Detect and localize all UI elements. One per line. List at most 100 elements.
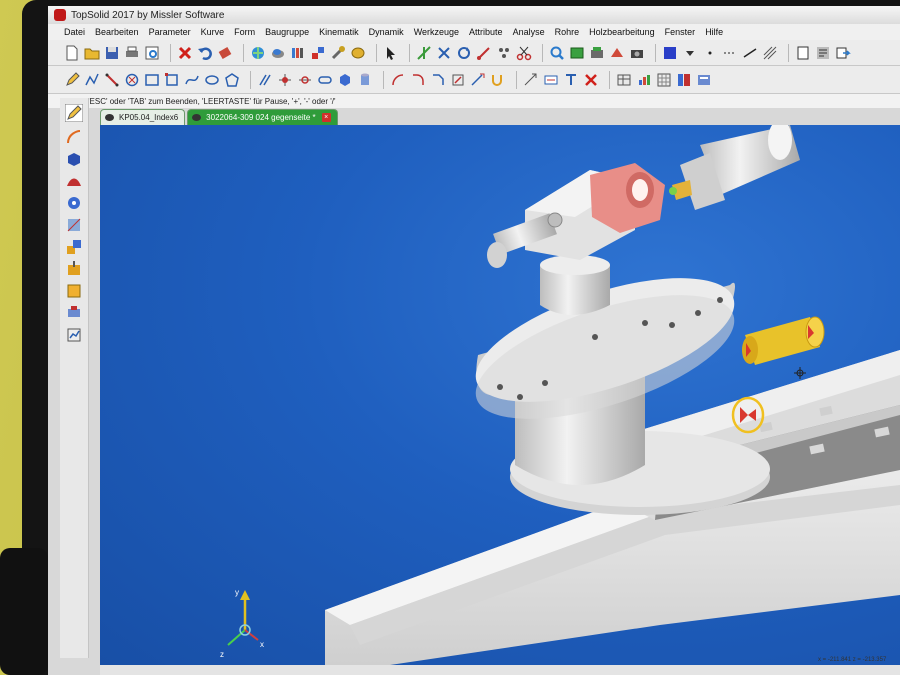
wood-tool-icon[interactable] <box>65 304 83 322</box>
menu-item-bearbeiten[interactable]: Bearbeiten <box>95 27 139 37</box>
array-icon[interactable] <box>496 45 512 61</box>
dropdown-icon[interactable] <box>682 45 698 61</box>
properties-icon[interactable] <box>815 45 831 61</box>
menu-item-attribute[interactable]: Attribute <box>469 27 503 37</box>
spline-icon[interactable] <box>184 72 200 88</box>
camera-icon[interactable] <box>629 45 645 61</box>
menu-item-parameter[interactable]: Parameter <box>149 27 191 37</box>
document-eye-icon <box>105 114 114 121</box>
trim-icon[interactable] <box>450 72 466 88</box>
surface-tool-icon[interactable] <box>65 172 83 190</box>
grid-icon[interactable] <box>656 72 672 88</box>
orient-icon[interactable] <box>416 45 432 61</box>
tool-icon[interactable] <box>330 45 346 61</box>
render-icon[interactable] <box>609 45 625 61</box>
rectangle-icon[interactable] <box>144 72 160 88</box>
measure-icon[interactable] <box>476 45 492 61</box>
analysis-tool-icon[interactable] <box>65 326 83 344</box>
document-icon[interactable] <box>795 45 811 61</box>
kinematic-tool-icon[interactable] <box>65 238 83 256</box>
coordinates-readout: x = -211.841 z = -213.357 <box>818 657 886 663</box>
part-icon[interactable] <box>350 45 366 61</box>
bend-icon[interactable] <box>490 72 506 88</box>
yellow-cylinder[interactable] <box>742 316 825 365</box>
square-corners-icon[interactable] <box>164 72 180 88</box>
line-weight-icon[interactable] <box>742 45 758 61</box>
menu-item-hilfe[interactable]: Hilfe <box>705 27 723 37</box>
solid-box-icon[interactable] <box>337 72 353 88</box>
material-tool-icon[interactable] <box>65 282 83 300</box>
slot-icon[interactable] <box>317 72 333 88</box>
label-icon[interactable] <box>543 72 559 88</box>
menu-item-form[interactable]: Form <box>234 27 255 37</box>
dot-style-icon[interactable] <box>702 45 718 61</box>
machining-tool-icon[interactable] <box>65 260 83 278</box>
menu-item-holzbearbeitung[interactable]: Holzbearbeitung <box>589 27 655 37</box>
3d-viewport[interactable]: y z x <box>100 125 900 665</box>
color-swatch-icon[interactable] <box>662 45 678 61</box>
close-tab-icon[interactable]: × <box>321 113 331 122</box>
close-x-icon[interactable] <box>583 72 599 88</box>
ellipse-icon[interactable] <box>204 72 220 88</box>
scissors-icon[interactable] <box>516 45 532 61</box>
intersect-icon[interactable] <box>277 72 293 88</box>
mirror-icon[interactable] <box>436 45 452 61</box>
menu-item-kinematik[interactable]: Kinematik <box>319 27 359 37</box>
open-folder-icon[interactable] <box>84 45 100 61</box>
new-file-icon[interactable] <box>64 45 80 61</box>
polyline-icon[interactable] <box>84 72 100 88</box>
toolbar-separator <box>788 43 789 62</box>
chamfer-icon[interactable] <box>430 72 446 88</box>
preview-icon[interactable] <box>144 45 160 61</box>
shading-icon[interactable] <box>270 45 286 61</box>
circle-cross-icon[interactable] <box>124 72 140 88</box>
drafting-tool-icon[interactable] <box>65 216 83 234</box>
library-icon[interactable] <box>696 72 712 88</box>
tab-document-1[interactable]: KP05.04_Index6 <box>100 109 186 125</box>
menu-item-dynamik[interactable]: Dynamik <box>369 27 404 37</box>
fillet-icon[interactable] <box>410 72 426 88</box>
pencil-icon[interactable] <box>64 71 80 88</box>
assembly-icon[interactable] <box>310 45 326 61</box>
save-icon[interactable] <box>104 45 120 61</box>
polygon-icon[interactable] <box>224 72 240 88</box>
export-icon[interactable] <box>835 45 851 61</box>
line-icon[interactable] <box>104 72 120 88</box>
assembly-tool-icon[interactable] <box>65 194 83 212</box>
hatch-icon[interactable] <box>762 45 778 61</box>
view-icon[interactable] <box>589 45 605 61</box>
menu-item-fenster[interactable]: Fenster <box>665 27 696 37</box>
menu-item-baugruppe[interactable]: Baugruppe <box>265 27 309 37</box>
status-line: 'ESC' oder 'TAB' zum Beenden, 'LEERTASTE… <box>48 94 900 108</box>
zoom-icon[interactable] <box>549 45 565 61</box>
table-icon[interactable] <box>616 72 632 88</box>
curve-tool-icon[interactable] <box>65 128 83 146</box>
line-style-icon[interactable] <box>722 45 738 61</box>
arc-icon[interactable] <box>390 72 406 88</box>
tab-document-2[interactable]: 3022064-309 024 gegenseite * × <box>187 109 338 125</box>
shape-tool-icon[interactable] <box>65 150 83 168</box>
rotate-icon[interactable] <box>456 45 472 61</box>
menu-item-kurve[interactable]: Kurve <box>201 27 225 37</box>
cursor-icon[interactable] <box>383 45 399 61</box>
globe-icon[interactable] <box>250 45 266 61</box>
fit-view-icon[interactable] <box>569 45 585 61</box>
menu-item-analyse[interactable]: Analyse <box>513 27 545 37</box>
undo-icon[interactable] <box>197 45 213 61</box>
layers-icon[interactable] <box>290 45 306 61</box>
offset-icon[interactable] <box>297 72 313 88</box>
menu-item-rohre[interactable]: Rohre <box>555 27 580 37</box>
text-icon[interactable] <box>563 72 579 88</box>
chart-icon[interactable] <box>636 72 652 88</box>
menu-item-datei[interactable]: Datei <box>64 27 85 37</box>
dimension-icon[interactable] <box>523 72 539 88</box>
delete-icon[interactable] <box>177 45 193 61</box>
extend-icon[interactable] <box>470 72 486 88</box>
eraser-icon[interactable] <box>217 45 233 61</box>
cylinder-icon[interactable] <box>357 72 373 88</box>
catalog-icon[interactable] <box>676 72 692 88</box>
sketch-pencil-icon[interactable] <box>64 103 84 123</box>
print-icon[interactable] <box>124 45 140 61</box>
parallel-icon[interactable] <box>257 72 273 88</box>
menu-item-werkzeuge[interactable]: Werkzeuge <box>414 27 459 37</box>
